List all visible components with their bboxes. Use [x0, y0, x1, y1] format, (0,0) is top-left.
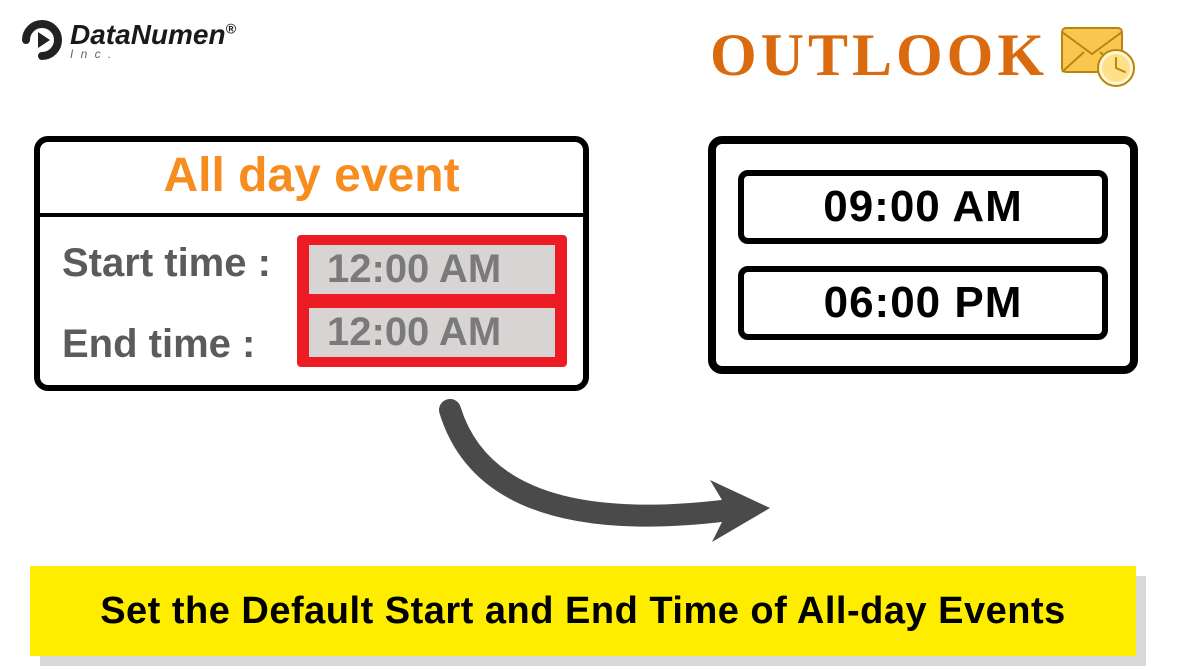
logo-brand-rest: Numen [131, 19, 226, 50]
new-start-time: 09:00 AM [738, 170, 1108, 244]
all-day-event-body: Start time : End time : 12:00 AM 12:00 A… [40, 217, 583, 385]
new-times-panel: 09:00 AM 06:00 PM [708, 136, 1138, 374]
new-end-time: 06:00 PM [738, 266, 1108, 340]
all-day-event-title: All day event [163, 149, 459, 202]
outlook-title: OUTLOOK [710, 21, 1048, 90]
all-day-event-panel: All day event Start time : End time : 12… [34, 136, 589, 391]
outlook-envelope-icon [1058, 20, 1138, 90]
logo-registered: ® [226, 21, 236, 37]
all-day-event-header: All day event [40, 142, 583, 217]
logo-text-wrap: DataNumen® I n c . [70, 19, 236, 61]
start-time-field[interactable]: 12:00 AM [309, 245, 555, 294]
time-labels-col: Start time : End time : [62, 235, 297, 367]
outlook-heading: OUTLOOK [710, 20, 1138, 90]
logo-text: DataNumen® [70, 19, 236, 50]
end-time-field[interactable]: 12:00 AM [309, 308, 555, 357]
arrow-icon [430, 390, 810, 570]
time-fields-highlight: 12:00 AM 12:00 AM [297, 235, 567, 367]
start-time-label: Start time : [62, 241, 297, 286]
caption-text: Set the Default Start and End Time of Al… [100, 590, 1066, 633]
caption-banner: Set the Default Start and End Time of Al… [30, 566, 1136, 656]
end-time-label: End time : [62, 322, 297, 367]
logo-mark-icon [20, 18, 64, 62]
logo-brand-bold: Data [70, 19, 131, 50]
datanumen-logo: DataNumen® I n c . [20, 18, 236, 62]
